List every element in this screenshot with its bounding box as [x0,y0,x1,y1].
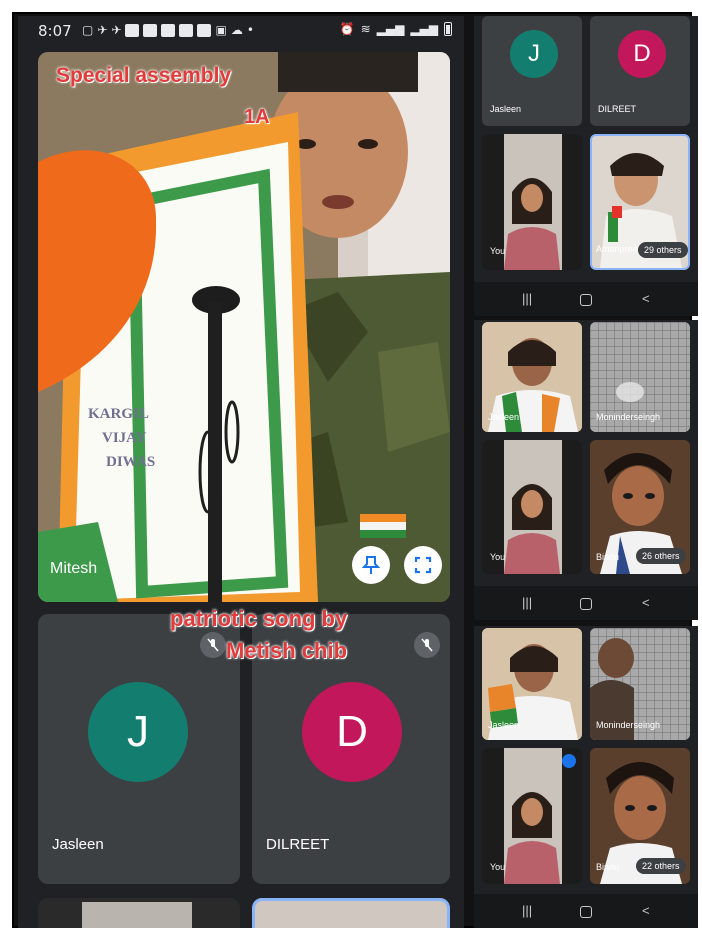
status-bar: 8:07 ▢ ✈ ✈ ▣ ☁ • ⏰ ≋ ▂▄▆ ▂▄▆ [18,16,464,46]
youtube-icon [197,23,212,37]
participant-tile-partial-active[interactable] [252,898,450,928]
participant-name: Bindu [596,862,620,872]
mic-off-badge [200,632,226,658]
participant-tile-dilreet[interactable]: D DILREET [590,16,690,126]
participant-tile-partial[interactable] [38,898,240,928]
participant-name: DILREET [598,104,637,114]
poster-line: DIWAS [106,454,156,470]
participant-name: Bindu [596,552,620,562]
participant-tile-jasleen[interactable]: J Jasleen [482,16,582,126]
meet-screen-main: 8:07 ▢ ✈ ✈ ▣ ☁ • ⏰ ≋ ▂▄▆ ▂▄▆ KARGIL VIJA… [18,16,464,928]
participant-name: Jasleen [488,412,520,422]
poster-line: KARGIL [88,406,149,422]
participant-tile-amanpreet[interactable]: Amanpreet 29 others [590,134,690,270]
you-label: You [490,246,506,256]
system-icons: ⏰ ≋ ▂▄▆ ▂▄▆ [340,22,452,36]
overlay-title: Special assembly [56,64,232,87]
speaking-indicator-icon [562,754,576,768]
self-video-tile[interactable]: You [482,440,582,574]
you-label: You [490,552,506,562]
image-icon: ▣ [215,23,227,37]
participant-tile-moninder[interactable]: Moninderseingh [590,628,690,740]
mic-off-icon [421,638,433,652]
overlay-caption: patriotic song by [170,606,348,631]
participant-name: Jasleen [488,720,520,730]
fullscreen-button[interactable] [404,546,442,584]
participant-name: Moninderseingh [596,720,661,730]
back-button[interactable]: < [642,595,650,610]
recent-apps-button[interactable]: ||| [522,595,532,610]
wifi-icon: ≋ [360,22,371,36]
participant-tile-bindu[interactable]: Bindu 22 others [590,748,690,884]
participant-tile-jasleen[interactable]: Jasleen [482,322,582,432]
avatar: D [302,682,402,782]
android-nav-bar: ||| < [474,894,698,928]
participant-tile-moninder[interactable]: Moninderseingh [590,322,690,432]
alarm-icon: ⏰ [339,22,355,36]
self-video-tile[interactable]: You [482,748,582,884]
presenter-video-frame [38,52,450,602]
presenter-video[interactable]: KARGIL VIJAY DIWAS Mitesh [38,52,450,602]
notification-icon: ▢ [82,23,94,37]
overlay-caption-name: Metish chib [226,638,348,663]
poster-text: KARGIL VIJAY DIWAS [88,402,155,474]
avatar: J [510,30,558,78]
app-icon: ✈ [97,23,108,37]
mic-off-icon [207,638,219,652]
home-button[interactable] [580,294,592,306]
dot-icon: • [246,23,254,37]
notification-icons: ▢ ✈ ✈ ▣ ☁ • [82,23,254,37]
recent-apps-button[interactable]: ||| [522,903,532,918]
youtube-icon [143,23,158,37]
back-button[interactable]: < [642,903,650,918]
signal-icon: ▂▄▆ [410,22,438,36]
signal-icon: ▂▄▆ [376,22,405,36]
fullscreen-icon [414,556,432,574]
youtube-icon [161,23,176,37]
youtube-icon [179,23,194,37]
participant-name: Moninderseingh [596,412,661,422]
participant-name: Jasleen [490,104,522,114]
participant-tile-jasleen[interactable]: Jasleen [482,628,582,740]
android-nav-bar: ||| < [474,586,698,620]
app-icon: ✈ [111,23,122,37]
participant-name: Amanpreet [596,244,641,254]
mic-off-badge [414,632,440,658]
avatar: J [88,682,188,782]
android-nav-bar: ||| < [474,282,698,316]
self-video-tile[interactable]: You [482,134,582,270]
others-count-chip[interactable]: 26 others [636,548,686,564]
home-button[interactable] [580,598,592,610]
recent-apps-button[interactable]: ||| [522,291,532,306]
participant-name: DILREET [266,836,330,853]
you-label: You [490,862,506,872]
participant-tile-bindu[interactable]: Bindu 26 others [590,440,690,574]
meet-screen-2: J Jasleen D DILREET You Amanpreet 29 oth… [474,16,698,316]
status-time: 8:07 [38,22,72,40]
battery-icon [444,22,452,36]
back-button[interactable]: < [642,291,650,306]
video-thumb [82,902,192,928]
home-button[interactable] [580,906,592,918]
avatar: D [618,30,666,78]
pin-icon [362,556,380,574]
meet-screen-3: Jasleen Moninderseingh You Bindu 26 othe… [474,320,698,620]
poster-line: VIJAY [102,430,147,446]
others-count-chip[interactable]: 22 others [636,858,686,874]
presenter-name: Mitesh [50,560,98,577]
youtube-icon [125,23,140,37]
participant-tile-jasleen[interactable]: J Jasleen [38,614,240,884]
others-count-chip[interactable]: 29 others [638,242,688,258]
cloud-icon: ☁ [230,23,243,37]
pin-button[interactable] [352,546,390,584]
overlay-class: 1A [244,106,270,128]
participant-name: Jasleen [52,836,104,853]
meet-screen-4: Jasleen Moninderseingh You Bindu 22 othe… [474,626,698,928]
